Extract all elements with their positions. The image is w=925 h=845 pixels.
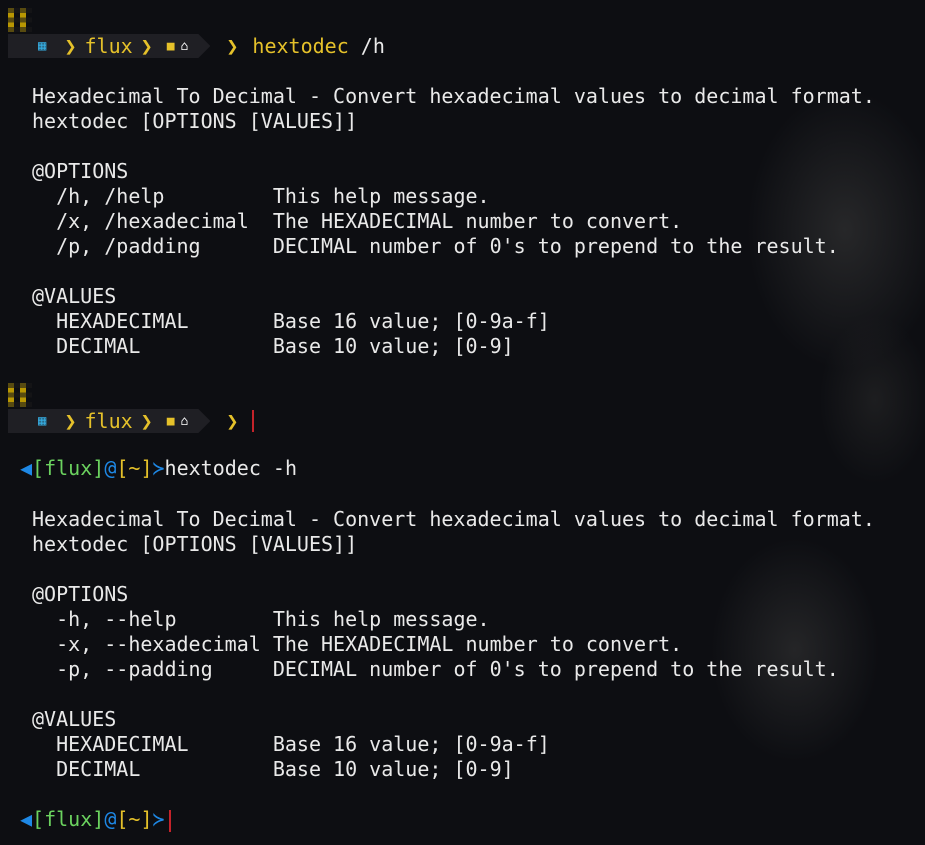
text-cursor — [252, 410, 255, 432]
home-icon: ⌂ — [180, 38, 189, 54]
prompt-user: flux — [44, 456, 93, 480]
command-text: hextodec -h — [164, 456, 297, 480]
option-row: -h, --help This help message. — [32, 607, 490, 631]
right-arrow-icon: ≻ — [152, 807, 165, 831]
tag-icon — [8, 8, 32, 32]
prompt-segment: ▦ ❯ flux ❯ ■ ⌂ — [8, 34, 210, 58]
option-row: -p, --padding DECIMAL number of 0's to p… — [32, 657, 839, 681]
prompt-user: flux — [84, 34, 133, 58]
folder-icon: ■ — [166, 38, 175, 54]
command-name: hextodec — [252, 34, 349, 58]
values-header: @VALUES — [32, 707, 117, 731]
prompt-user: flux — [84, 409, 133, 433]
powerline-prompt: ▦ ❯ flux ❯ ■ ⌂ ❯ — [8, 409, 255, 433]
bracket-prompt: ◀[flux]@[~]≻ — [20, 807, 171, 832]
value-row: HEXADECIMAL Base 16 value; [0-9a-f] — [32, 309, 550, 333]
prompt-dir: ~ — [128, 807, 141, 831]
value-row: HEXADECIMAL Base 16 value; [0-9a-f] — [32, 732, 550, 756]
output-usage: hextodec [OPTIONS [VALUES]] — [32, 532, 358, 556]
folder-icon: ■ — [166, 413, 175, 429]
text-cursor — [168, 809, 171, 832]
windows-icon: ▦ — [38, 38, 47, 54]
output-title: Hexadecimal To Decimal - Convert hexadec… — [32, 84, 875, 108]
option-row: /x, /hexadecimal The HEXADECIMAL number … — [32, 209, 683, 233]
right-arrow-icon: ≻ — [152, 456, 165, 480]
option-row: /h, /help This help message. — [32, 184, 490, 208]
chevron-right-icon: ❯ — [226, 34, 239, 58]
tag-icon — [8, 383, 32, 407]
output-usage: hextodec [OPTIONS [VALUES]] — [32, 109, 358, 133]
left-arrow-icon: ◀ — [20, 807, 33, 831]
prompt-dir: ~ — [128, 456, 141, 480]
separator-icon: ❯ — [140, 34, 153, 58]
option-row: /p, /padding DECIMAL number of 0's to pr… — [32, 234, 839, 258]
option-row: -x, --hexadecimal The HEXADECIMAL number… — [32, 632, 683, 656]
options-header: @OPTIONS — [32, 582, 129, 606]
left-arrow-icon: ◀ — [20, 456, 33, 480]
value-row: DECIMAL Base 10 value; [0-9] — [32, 757, 514, 781]
separator-icon: ❯ — [140, 409, 153, 433]
prompt-segment: ▦ ❯ flux ❯ ■ ⌂ — [8, 409, 210, 433]
value-row: DECIMAL Base 10 value; [0-9] — [32, 334, 514, 358]
chevron-right-icon: ❯ — [226, 409, 239, 433]
command-arg: /h — [360, 34, 385, 58]
values-header: @VALUES — [32, 284, 117, 308]
home-icon: ⌂ — [180, 413, 189, 429]
powerline-prompt: ▦ ❯ flux ❯ ■ ⌂ ❯ hextodec /h — [8, 34, 385, 58]
bracket-prompt: ◀[flux]@[~]≻hextodec -h — [20, 456, 297, 480]
windows-icon: ▦ — [38, 413, 47, 429]
terminal-window[interactable]: ▦ ❯ flux ❯ ■ ⌂ ❯ hextodec /h Hexadecimal… — [0, 0, 925, 845]
separator-icon: ❯ — [64, 409, 77, 433]
prompt-user: flux — [44, 807, 93, 831]
output-title: Hexadecimal To Decimal - Convert hexadec… — [32, 507, 875, 531]
separator-icon: ❯ — [64, 34, 77, 58]
options-header: @OPTIONS — [32, 159, 129, 183]
